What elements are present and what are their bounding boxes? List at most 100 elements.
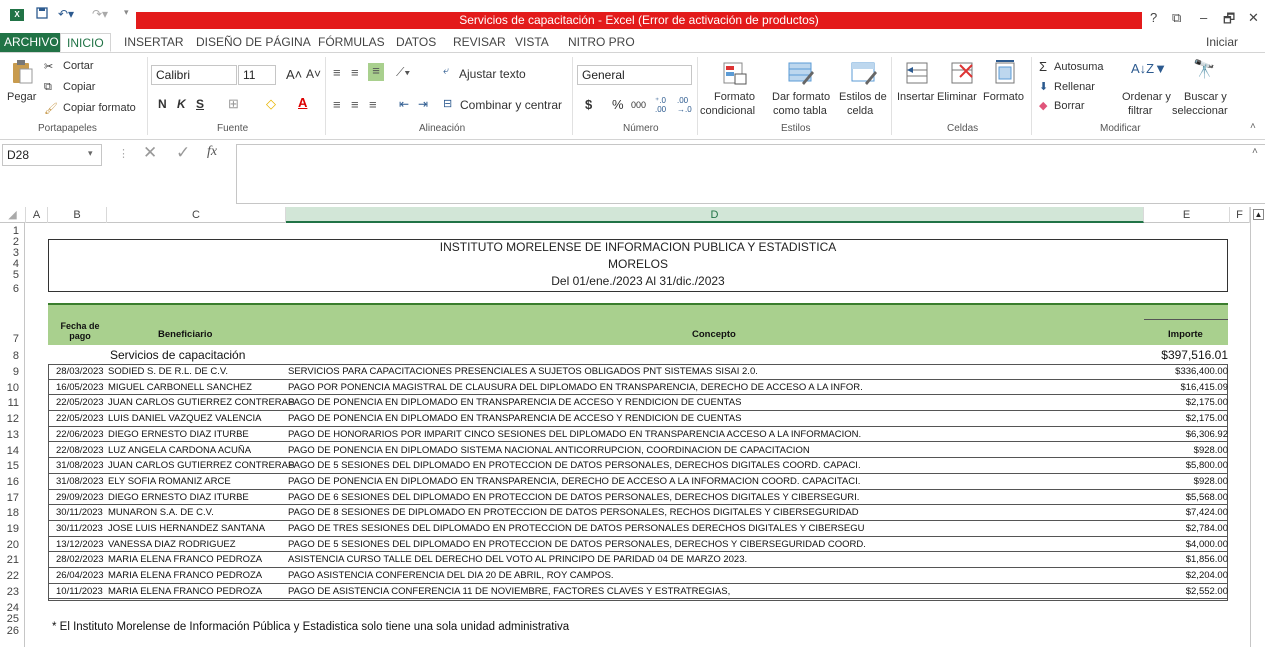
row-header[interactable]: 18 [0,507,25,519]
autosum-icon[interactable]: Σ [1039,59,1047,74]
tab-insertar[interactable]: INSERTAR [124,33,184,52]
row-header[interactable]: 26 [0,625,25,637]
align-left-icon[interactable]: ≡ [333,97,341,112]
formula-input[interactable] [236,144,1265,204]
underline-button[interactable]: S [196,97,204,111]
bold-button[interactable]: N [158,97,167,111]
save-icon[interactable] [36,7,48,22]
close-icon[interactable]: ✕ [1248,10,1259,26]
name-box-dropdown-icon[interactable]: ▾ [88,148,93,159]
row-header[interactable]: 5 [0,269,25,281]
sign-in-link[interactable]: Iniciar sesión [1206,33,1265,68]
borders-icon[interactable]: ⊞ [228,96,239,112]
delete-cells-icon[interactable] [950,59,974,88]
column-header-a[interactable]: A [26,207,48,223]
format-painter-icon[interactable]: 🖌 [44,102,58,115]
scroll-up-icon[interactable]: ▲ [1253,209,1264,220]
cell-styles-button-line2[interactable]: celda [847,105,873,117]
row-header[interactable]: 8 [0,350,25,362]
delete-cells-button[interactable]: Eliminar [937,91,977,103]
wrap-text-icon[interactable]: ⤶ [443,65,449,78]
conditional-format-button-line2[interactable]: condicional [700,105,755,117]
merge-icon[interactable]: ⊟ [443,97,452,110]
undo-icon[interactable]: ↶▾ [58,7,74,21]
row-header[interactable]: 25 [0,613,25,625]
tab-formulas[interactable]: FÓRMULAS [318,33,385,52]
tab-inicio[interactable]: INICIO [60,33,111,52]
align-middle-icon[interactable]: ≡ [351,65,359,80]
conditional-format-icon[interactable] [723,61,747,88]
column-header-b[interactable]: B [48,207,107,223]
tab-diseno-pagina[interactable]: DISEÑO DE PÁGINA [196,33,311,52]
fill-button[interactable]: Rellenar [1054,81,1095,93]
find-select-button[interactable]: Buscar y [1184,91,1227,103]
insert-cells-button[interactable]: Insertar [897,91,934,103]
row-header[interactable]: 13 [0,429,25,441]
copy-format-button[interactable]: Copiar formato [63,102,136,114]
row-header[interactable]: 10 [0,382,25,394]
format-as-table-button[interactable]: Dar formato [772,91,830,103]
paste-icon[interactable] [11,59,33,88]
percent-button[interactable]: % [612,97,624,112]
row-header[interactable]: 12 [0,413,25,425]
tab-datos[interactable]: DATOS [396,33,436,52]
find-select-button-line2[interactable]: seleccionar [1172,105,1228,117]
align-right-icon[interactable]: ≡ [369,97,377,112]
row-header[interactable]: 7 [0,333,25,345]
fill-color-icon[interactable]: ◇ [266,96,276,112]
minimize-icon[interactable]: – [1200,10,1207,25]
row-header[interactable]: 21 [0,554,25,566]
row-header[interactable]: 20 [0,539,25,551]
tab-nitro-pro[interactable]: NITRO PRO [568,33,635,52]
align-top-icon[interactable]: ≡ [333,65,341,80]
orientation-icon[interactable]: ⟋▾ [396,65,410,80]
format-cells-icon[interactable] [993,59,1017,88]
font-size-select[interactable]: 11 [238,65,276,85]
row-header[interactable]: 15 [0,460,25,472]
cancel-entry-icon[interactable]: ✕ [143,143,157,163]
merge-center-button[interactable]: Combinar y centrar [460,98,562,112]
font-color-icon[interactable]: A [298,95,307,110]
decrease-decimal-icon[interactable]: .00 →.0 [677,96,692,114]
clear-icon[interactable]: ◆ [1039,99,1047,112]
cut-button[interactable]: Cortar [63,60,94,72]
customize-quick-access-icon[interactable]: ▾ [124,7,129,18]
name-box[interactable]: D28 [2,144,102,166]
currency-button[interactable]: $ [585,97,592,112]
cell-styles-icon[interactable] [851,61,877,88]
row-header[interactable]: 14 [0,445,25,457]
copy-button[interactable]: Copiar [63,81,95,93]
find-select-icon[interactable]: 🔭 [1193,59,1215,80]
wrap-text-button[interactable]: Ajustar texto [459,67,526,81]
increase-decimal-icon[interactable]: ⁺.0.00 [655,96,666,114]
help-icon[interactable]: ? [1150,10,1157,25]
copy-icon[interactable]: ⧉ [44,81,52,94]
number-format-select[interactable]: General [577,65,692,85]
confirm-entry-icon[interactable]: ✓ [176,143,190,163]
insert-cells-icon[interactable] [905,59,929,88]
decrease-indent-icon[interactable]: ⇤ [399,97,409,111]
collapse-formula-bar-icon[interactable]: ˄ [1252,146,1258,157]
shrink-font-icon[interactable]: A˅ [306,67,321,81]
tab-archivo[interactable]: ARCHIVO [0,33,63,52]
cut-icon[interactable]: ✂ [44,60,53,73]
row-header[interactable]: 24 [0,602,25,614]
column-header-d[interactable]: D [286,207,1144,223]
ribbon-display-icon[interactable]: ⧉ [1172,10,1181,26]
thousands-button[interactable]: 000 [631,100,646,110]
vertical-scrollbar[interactable]: ▲ [1250,207,1265,647]
row-header[interactable]: 16 [0,476,25,488]
autosum-button[interactable]: Autosuma [1054,61,1104,73]
row-header[interactable]: 22 [0,570,25,582]
sort-filter-icon[interactable]: A↓Z▼ [1131,61,1167,76]
sort-filter-button[interactable]: Ordenar y [1122,91,1171,103]
row-header[interactable]: 9 [0,366,25,378]
increase-indent-icon[interactable]: ⇥ [418,97,428,111]
row-header[interactable]: 23 [0,586,25,598]
font-name-select[interactable]: Calibri [151,65,237,85]
worksheet-grid[interactable]: INSTITUTO MORELENSE DE INFORMACION PUBLI… [26,223,1250,647]
column-header-e[interactable]: E [1144,207,1230,223]
format-as-table-icon[interactable] [788,61,814,88]
row-header[interactable]: 11 [0,397,25,409]
italic-button[interactable]: K [177,97,186,111]
